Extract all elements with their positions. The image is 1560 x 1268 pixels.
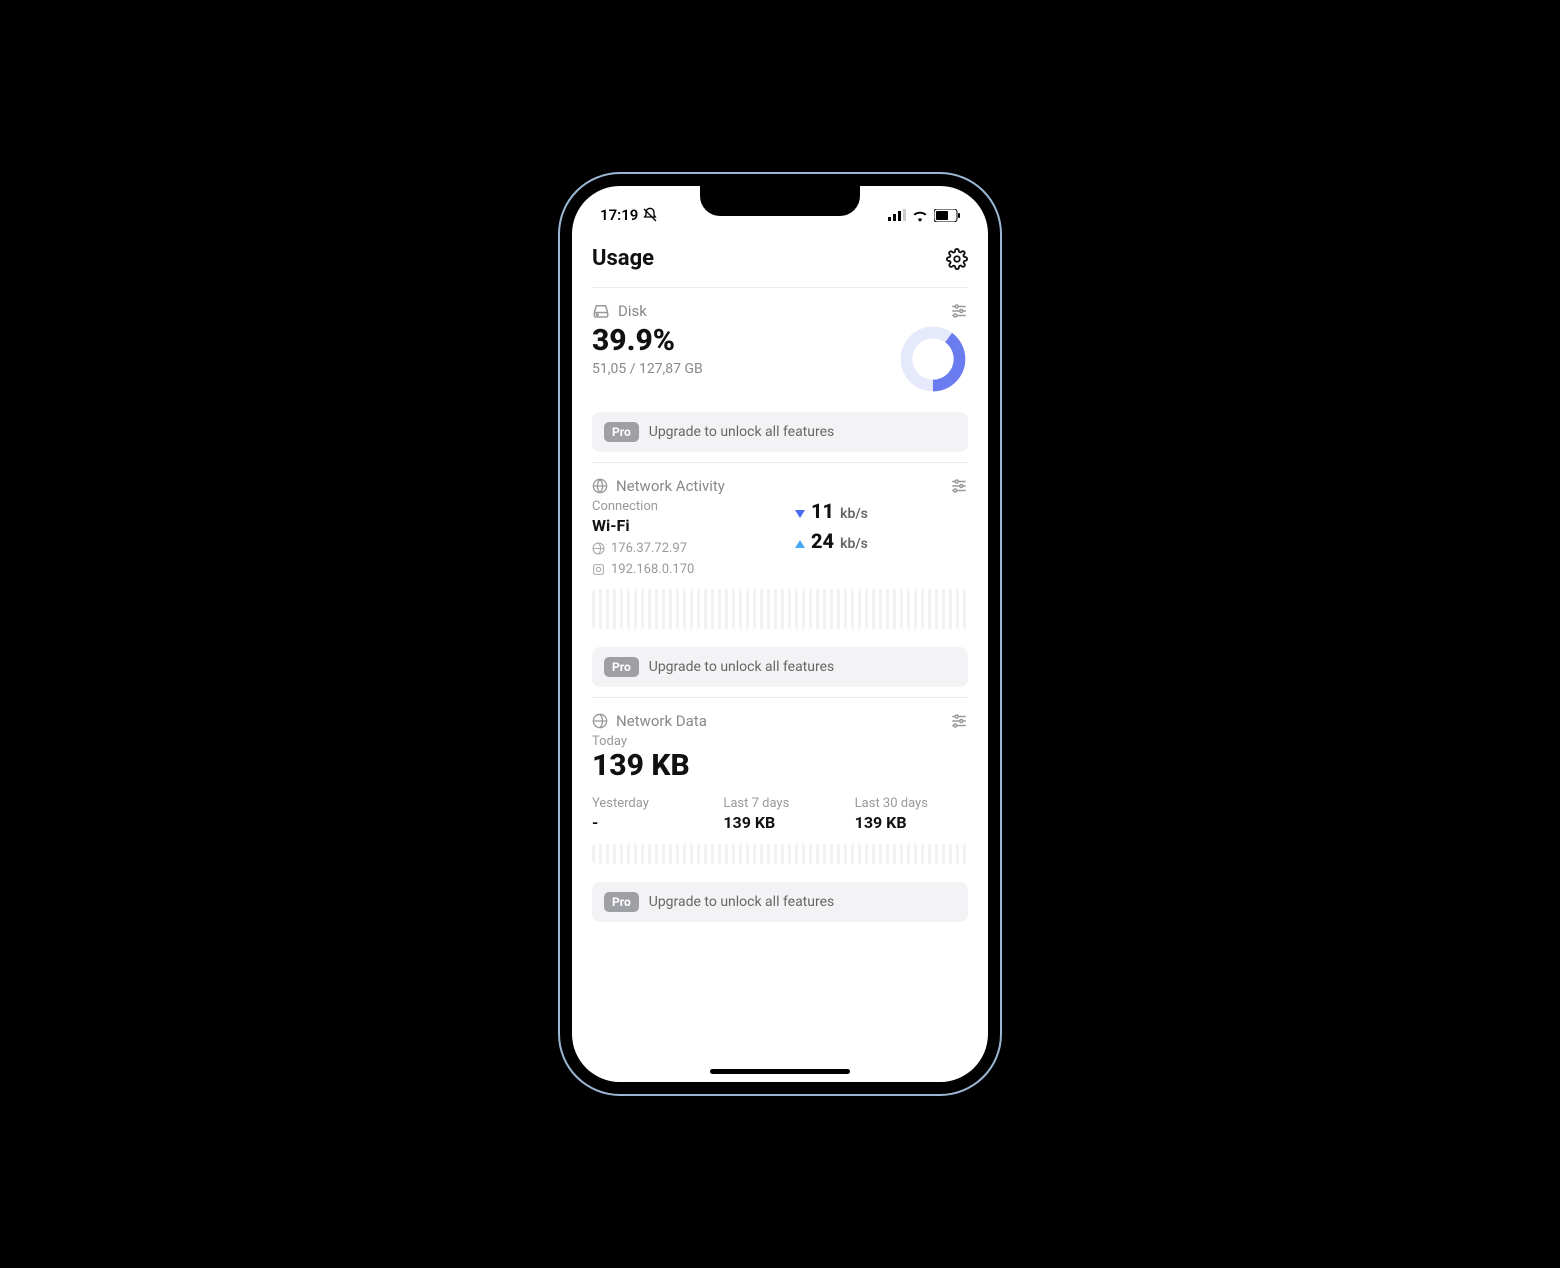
cell-value: 139 KB — [723, 813, 836, 832]
home-indicator[interactable] — [710, 1069, 850, 1074]
pro-banner-disk[interactable]: Pro Upgrade to unlock all features — [592, 412, 968, 452]
network-activity-card: Network Activity Connection Wi-Fi — [592, 462, 968, 687]
wifi-icon — [911, 209, 929, 222]
phone-frame: 17:19 Usage — [560, 174, 1000, 1094]
network-data-label: Network Data — [616, 712, 707, 730]
content: Usage Disk — [572, 230, 988, 1082]
connection-value: Wi-Fi — [592, 516, 765, 535]
cell-label: Last 30 days — [855, 796, 968, 811]
disk-detail: 51,05 / 127,87 GB — [592, 361, 703, 377]
connection-label: Connection — [592, 499, 765, 514]
globe-icon — [592, 713, 608, 729]
cellular-icon — [888, 209, 906, 221]
download-speed: 11 — [811, 499, 834, 523]
pro-badge: Pro — [604, 892, 639, 912]
sliders-icon[interactable] — [950, 712, 968, 730]
data-sparkline — [592, 844, 968, 864]
download-icon — [795, 510, 805, 518]
disk-section-label: Disk — [618, 302, 647, 320]
cell-value: 139 KB — [855, 813, 968, 832]
cell-label: Last 7 days — [723, 796, 836, 811]
network-data-card: Network Data Today 139 KB Yesterday - La… — [592, 697, 968, 922]
disk-donut-chart — [898, 324, 968, 394]
upload-unit: kb/s — [840, 536, 868, 552]
bell-slash-icon — [642, 207, 658, 223]
disk-percent: 39.9% — [592, 324, 703, 357]
pro-text: Upgrade to unlock all features — [649, 894, 835, 910]
pro-banner-data[interactable]: Pro Upgrade to unlock all features — [592, 882, 968, 922]
pro-text: Upgrade to unlock all features — [649, 424, 835, 440]
network-sparkline — [592, 589, 968, 629]
sliders-icon[interactable] — [950, 477, 968, 495]
local-ip: 192.168.0.170 — [611, 562, 694, 577]
sliders-icon[interactable] — [950, 302, 968, 320]
data-cell-yesterday: Yesterday - — [592, 796, 705, 832]
data-cell-7days: Last 7 days 139 KB — [723, 796, 836, 832]
network-activity-label: Network Activity — [616, 477, 725, 495]
disk-card: Disk 39.9% 51,05 / 127,87 GB — [592, 287, 968, 452]
upload-icon — [795, 540, 805, 548]
public-ip: 176.37.72.97 — [611, 541, 687, 556]
today-label: Today — [592, 734, 968, 749]
screen: 17:19 Usage — [572, 186, 988, 1082]
cell-value: - — [592, 813, 705, 832]
disk-icon — [592, 302, 610, 320]
page-header: Usage — [592, 238, 968, 287]
pro-badge: Pro — [604, 422, 639, 442]
status-time: 17:19 — [600, 206, 638, 224]
cell-label: Yesterday — [592, 796, 705, 811]
gear-icon[interactable] — [946, 248, 968, 270]
today-value: 139 KB — [592, 749, 968, 782]
notch — [700, 186, 860, 216]
battery-icon — [934, 209, 960, 222]
page-title: Usage — [592, 246, 654, 271]
local-ip-icon — [592, 563, 605, 576]
pro-text: Upgrade to unlock all features — [649, 659, 835, 675]
globe-icon — [592, 542, 605, 555]
globe-icon — [592, 478, 608, 494]
upload-speed: 24 — [811, 529, 834, 553]
download-unit: kb/s — [840, 506, 868, 522]
data-cell-30days: Last 30 days 139 KB — [855, 796, 968, 832]
pro-badge: Pro — [604, 657, 639, 677]
pro-banner-network[interactable]: Pro Upgrade to unlock all features — [592, 647, 968, 687]
